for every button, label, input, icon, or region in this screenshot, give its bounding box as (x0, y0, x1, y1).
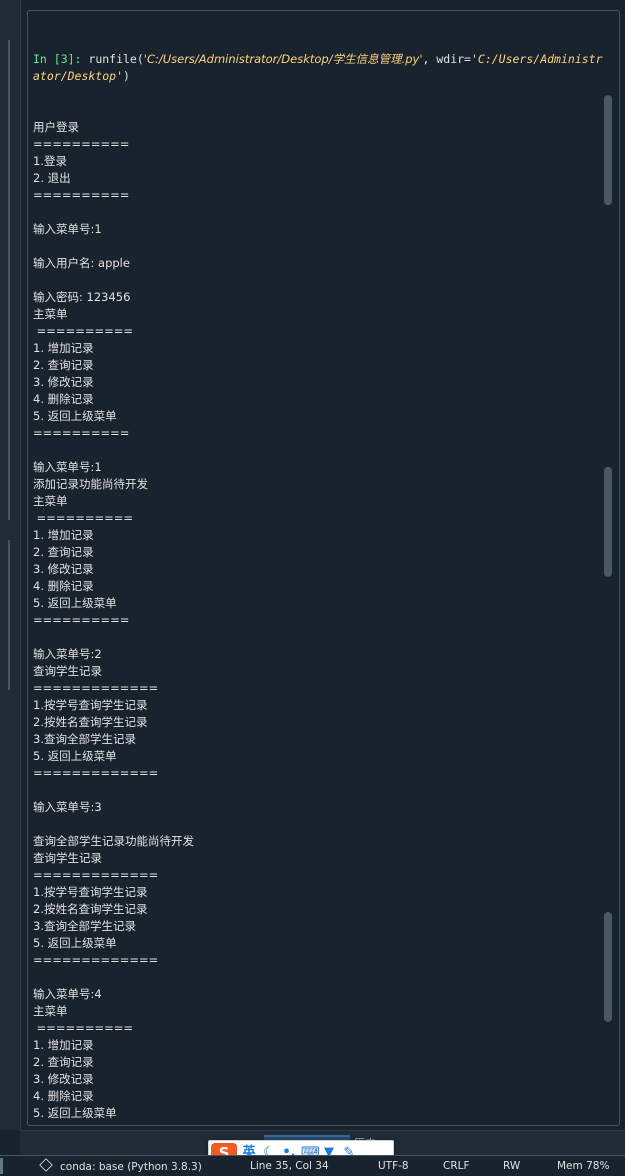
console-output-line: 4. 删除记录 (33, 392, 94, 406)
console-output-line: 输入菜单号:3 (33, 800, 102, 814)
console-output-line: 5. 返回上级菜单 (33, 1106, 117, 1120)
console-output-line: ========== (33, 613, 130, 627)
conda-env-status[interactable]: conda: base (Python 3.8.3) (39, 1158, 202, 1174)
console-output-line: 1. 增加记录 (33, 341, 94, 355)
console-output-line (33, 969, 603, 986)
console-output-line: 输入用户名: apple (33, 256, 130, 270)
console-output-line (33, 816, 603, 833)
input-prompt: In [3]: (33, 52, 82, 66)
console-output-line: 查询全部学生记录功能尚待开发 (33, 834, 194, 848)
program-output: 用户登录 ========== 1.登录 2. 退出 ========== 输入菜单号:1… (33, 119, 603, 1125)
console-output-line: ============= (33, 868, 159, 882)
console-output-line (33, 204, 603, 221)
scrollbar-thumb[interactable] (604, 912, 612, 1022)
console-output-line: ============= (33, 953, 159, 967)
console-output-line (33, 629, 603, 646)
console-output-line: 输入菜单号:1 (33, 222, 102, 236)
console-output-line: 2. 退出 (33, 171, 71, 185)
console-output-line: 输入菜单号:4 (33, 987, 102, 1001)
memory-usage: Mem 78% (557, 1160, 610, 1172)
dock-divider (8, 40, 10, 520)
console-output-line: 2. 查询记录 (33, 545, 94, 559)
console-output-line: 4. 删除记录 (33, 579, 94, 593)
console-output-line: 1. 增加记录 (33, 528, 94, 542)
console-output-line (33, 272, 603, 289)
console-output-line (33, 782, 603, 799)
console-output[interactable]: In [3]: runfile('C:/Users/Administrator/… (33, 17, 603, 1125)
command-line: In [3]: runfile('C:/Users/Administrator/… (33, 51, 603, 85)
console-output-line: 输入菜单号:1 (33, 460, 102, 474)
console-output-line: 5. 返回上级菜单 (33, 596, 117, 610)
console-output-line: 输入密码: 123456 (33, 290, 131, 304)
console-scrollbar[interactable] (604, 19, 616, 1119)
console-output-line: 主菜单 (33, 494, 68, 508)
command-suffix: ) (123, 69, 130, 83)
console-output-line: 5. 返回上级菜单 (33, 936, 117, 950)
console-output-line: ========== (33, 188, 130, 202)
console-output-line: 1.登录 (33, 154, 67, 168)
conda-env-label: conda: base (Python 3.8.3) (60, 1161, 202, 1173)
console-output-line: 查询学生记录 (33, 851, 102, 865)
console-output-line: 5. 返回上级菜单 (33, 409, 117, 423)
console-output-line: 3. 修改记录 (33, 562, 94, 576)
console-output-line: ============= (33, 766, 159, 780)
spyder-console-window: In [3]: runfile('C:/Users/Administrator/… (0, 0, 625, 1176)
console-output-line: 查询学生记录 (33, 664, 102, 678)
console-output-line: ========== (33, 324, 134, 338)
console-output-line: 主菜单 (33, 1004, 68, 1018)
console-output-line: ========== (33, 426, 130, 440)
console-output-line: 主菜单 (33, 307, 68, 321)
scrollbar-thumb[interactable] (604, 95, 612, 205)
console-output-line: 4. 删除记录 (33, 1089, 94, 1103)
console-output-line: 2.按姓名查询学生记录 (33, 902, 148, 916)
line-endings: CRLF (443, 1160, 470, 1172)
console-output-line: ========== (33, 511, 134, 525)
console-output-line: ========== (33, 137, 130, 151)
console-output-line: 2. 查询记录 (33, 358, 94, 372)
console-output-line: 1. 增加记录 (33, 1038, 94, 1052)
command-prefix: runfile( (81, 52, 144, 66)
console-output-line: ============= (33, 681, 159, 695)
status-bar: conda: base (Python 3.8.3) Line 35, Col … (0, 1155, 625, 1176)
console-output-line: 2.按姓名查询学生记录 (33, 715, 148, 729)
console-output-line: 2. 查询记录 (33, 1055, 94, 1069)
cube-icon (39, 1158, 53, 1172)
console-output-line: ========== (33, 1122, 603, 1125)
console-output-line (33, 238, 603, 255)
console-output-line: 3. 修改记录 (33, 1072, 94, 1086)
file-permissions: RW (503, 1160, 521, 1172)
dock-divider (8, 540, 10, 690)
ipython-console[interactable]: In [3]: runfile('C:/Users/Administrator/… (27, 10, 620, 1126)
console-output-line: ========== (33, 1021, 134, 1035)
console-output-line: 3.查询全部学生记录 (33, 732, 136, 746)
console-output-line: 5. 返回上级菜单 (33, 749, 117, 763)
console-output-line: 输入菜单号:2 (33, 647, 102, 661)
status-bar-handle (0, 1158, 3, 1174)
console-output-line: 添加记录功能尚待开发 (33, 477, 148, 491)
console-output-line (33, 442, 603, 459)
cursor-position: Line 35, Col 34 (250, 1160, 329, 1172)
scrollbar-thumb[interactable] (604, 467, 612, 577)
console-output-line: 用户登录 (33, 120, 79, 134)
command-mid: , wdir= (422, 52, 471, 66)
console-output-line: 3.查询全部学生记录 (33, 919, 136, 933)
console-output-line: 1.按学号查询学生记录 (33, 885, 148, 899)
console-output-line: 3. 修改记录 (33, 375, 94, 389)
file-encoding: UTF-8 (378, 1160, 409, 1172)
file-path-literal: 'C:/Users/Administrator/Desktop/学生信息管理.p… (143, 52, 423, 66)
left-dock-strip (0, 0, 21, 1130)
console-output-line: 1.按学号查询学生记录 (33, 698, 148, 712)
